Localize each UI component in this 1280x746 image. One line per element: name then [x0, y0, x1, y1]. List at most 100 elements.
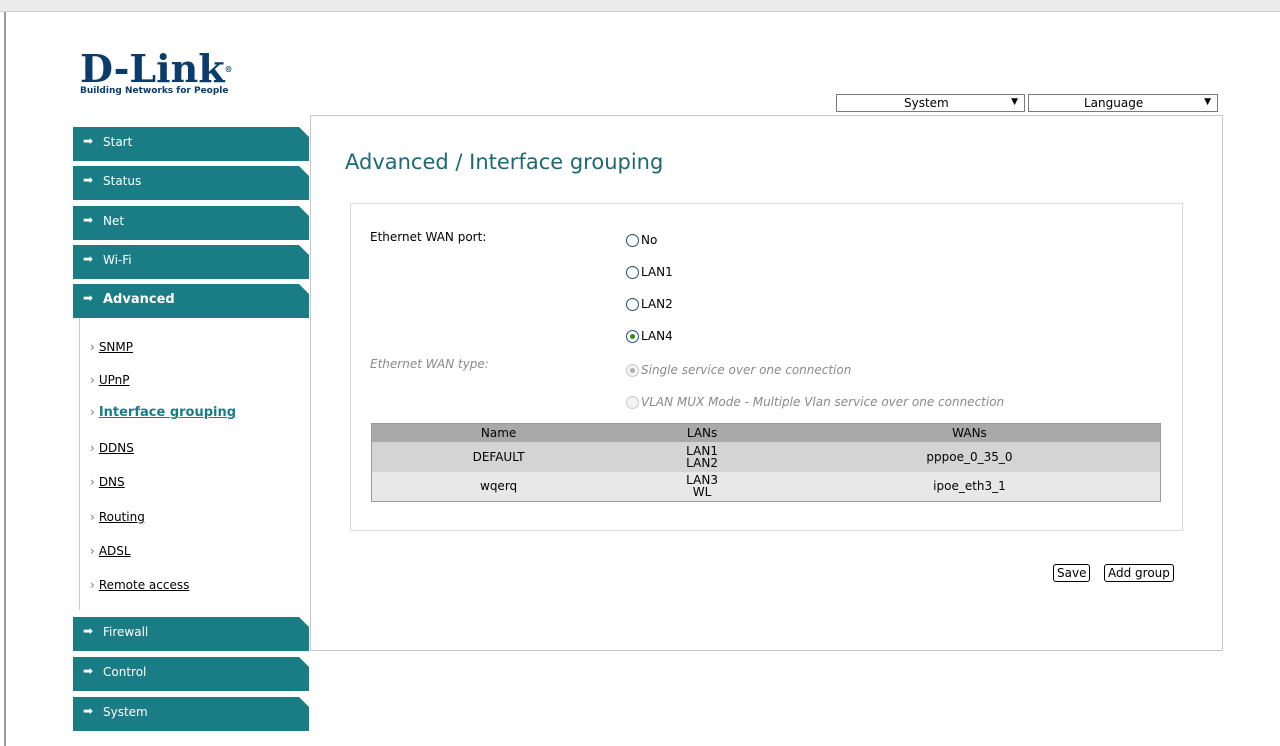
arrow-right-icon: ➡ [83, 252, 94, 266]
nav-item-start[interactable]: ➡ Start [73, 127, 309, 161]
subnav-item-label: ADSL [98, 544, 131, 558]
bullet-icon: › [90, 373, 95, 387]
bullet-icon: › [90, 340, 95, 354]
subnav-item-label: DDNS [98, 441, 134, 455]
arrow-right-icon: ➡ [83, 291, 94, 305]
bullet-icon: › [90, 405, 95, 419]
table-row[interactable]: wqerq LAN3 WL ipoe_eth3_1 [371, 471, 1161, 502]
arrow-right-icon: ➡ [83, 173, 94, 187]
radio-label: No [641, 233, 658, 247]
wan-type-option-vlan-mux[interactable]: VLAN MUX Mode - Multiple Vlan service ov… [626, 395, 1004, 409]
radio-label: LAN2 [641, 297, 673, 311]
subnav-item-routing[interactable]: › Routing [90, 510, 145, 524]
subnav-item-snmp[interactable]: › SNMP [90, 340, 133, 354]
arrow-right-icon: ➡ [83, 664, 94, 678]
subnav-item-label: DNS [98, 475, 125, 489]
subnav-item-interface-grouping[interactable]: › Interface grouping [90, 405, 236, 420]
save-button[interactable]: Save [1053, 564, 1091, 582]
lan-entry: WL [692, 485, 712, 500]
cell-wans: pppoe_0_35_0 [778, 441, 1161, 472]
radio-button[interactable] [626, 265, 639, 279]
brand-tagline: Building Networks for People [80, 86, 229, 96]
bullet-icon: › [90, 544, 95, 558]
add-group-button[interactable]: Add group [1104, 564, 1174, 582]
cell-name[interactable]: DEFAULT [371, 441, 626, 472]
window-left-border [0, 12, 6, 746]
cell-lans: LAN3 WL [625, 471, 779, 502]
system-select[interactable]: System ▼ [836, 94, 1025, 112]
cell-name[interactable]: wqerq [371, 471, 626, 502]
wan-port-option-no[interactable]: No [626, 233, 657, 247]
subnav-item-label: SNMP [98, 340, 133, 354]
wan-port-option-lan1[interactable]: LAN1 [626, 265, 673, 279]
nav-item-label: Firewall [103, 625, 149, 639]
nav-item-label: Status [103, 174, 142, 188]
dlink-logo: D-Link® Building Networks for People [80, 50, 280, 100]
ethernet-wan-port-label: Ethernet WAN port: [370, 230, 487, 244]
lan-entry: LAN2 [686, 455, 718, 470]
nav-item-label: System [103, 705, 148, 719]
column-header-name: Name [371, 423, 626, 442]
brand-name: D-Link [80, 46, 225, 91]
arrow-right-icon: ➡ [83, 213, 94, 227]
arrow-right-icon: ➡ [83, 704, 94, 718]
subnav-item-upnp[interactable]: › UPnP [90, 373, 129, 387]
radio-button[interactable] [626, 395, 639, 409]
radio-label: VLAN MUX Mode - Multiple Vlan service ov… [641, 395, 1005, 409]
nav-item-net[interactable]: ➡ Net [73, 206, 309, 240]
column-header-wans: WANs [778, 423, 1161, 442]
nav-item-label: Advanced [103, 292, 175, 307]
nav-item-advanced[interactable]: ➡ Advanced [73, 284, 309, 318]
chevron-down-icon: ▼ [1204, 97, 1211, 107]
sidebar-submenu-divider [79, 318, 80, 610]
system-select-label: System [904, 96, 949, 110]
language-select[interactable]: Language ▼ [1028, 94, 1218, 112]
window-top-border [0, 0, 1280, 12]
subnav-item-label: Interface grouping [98, 405, 237, 420]
subnav-item-adsl[interactable]: › ADSL [90, 544, 131, 558]
nav-item-label: Start [103, 135, 133, 149]
nav-item-label: Control [103, 665, 147, 679]
wan-type-option-single-service[interactable]: Single service over one connection [626, 363, 851, 377]
language-select-label: Language [1084, 96, 1144, 110]
nav-item-control[interactable]: ➡ Control [73, 657, 309, 691]
subnav-item-label: Routing [98, 510, 145, 524]
registered-mark: ® [224, 64, 233, 74]
nav-item-system[interactable]: ➡ System [73, 697, 309, 731]
radio-label: LAN1 [641, 265, 673, 279]
wan-port-option-lan4[interactable]: LAN4 [626, 329, 673, 343]
radio-label: Single service over one connection [641, 363, 852, 377]
radio-label: LAN4 [641, 329, 673, 343]
cell-wans: ipoe_eth3_1 [778, 471, 1161, 502]
bullet-icon: › [90, 510, 95, 524]
subnav-item-label: UPnP [98, 373, 130, 387]
radio-button-selected[interactable] [626, 363, 639, 377]
interface-groups-table: Name LANs WANs DEFAULT LAN1 LAN2 pppoe_0_… [371, 423, 1161, 502]
nav-item-firewall[interactable]: ➡ Firewall [73, 617, 309, 651]
bullet-icon: › [90, 578, 95, 592]
table-header-row: Name LANs WANs [371, 423, 1161, 442]
wan-port-option-lan2[interactable]: LAN2 [626, 297, 673, 311]
table-row[interactable]: DEFAULT LAN1 LAN2 pppoe_0_35_0 [371, 441, 1161, 472]
arrow-right-icon: ➡ [83, 134, 94, 148]
lan-entry: LAN1 [686, 443, 718, 458]
bullet-icon: › [90, 441, 95, 455]
subnav-item-remote-access[interactable]: › Remote access [90, 578, 189, 592]
subnav-item-ddns[interactable]: › DDNS [90, 441, 134, 455]
nav-item-wifi[interactable]: ➡ Wi-Fi [73, 245, 309, 279]
radio-button[interactable] [626, 297, 639, 311]
radio-button-selected[interactable] [626, 329, 639, 343]
cell-lans: LAN1 LAN2 [625, 441, 779, 472]
chevron-down-icon: ▼ [1011, 97, 1018, 107]
arrow-right-icon: ➡ [83, 624, 94, 638]
bullet-icon: › [90, 475, 95, 489]
nav-item-status[interactable]: ➡ Status [73, 166, 309, 200]
page-title: Advanced / Interface grouping [345, 150, 664, 174]
subnav-item-label: Remote access [98, 578, 190, 592]
nav-item-label: Wi-Fi [103, 253, 132, 267]
radio-button[interactable] [626, 233, 639, 247]
ethernet-wan-type-label: Ethernet WAN type: [370, 357, 489, 371]
column-header-lans: LANs [625, 423, 779, 442]
nav-item-label: Net [103, 214, 125, 228]
subnav-item-dns[interactable]: › DNS [90, 475, 125, 489]
